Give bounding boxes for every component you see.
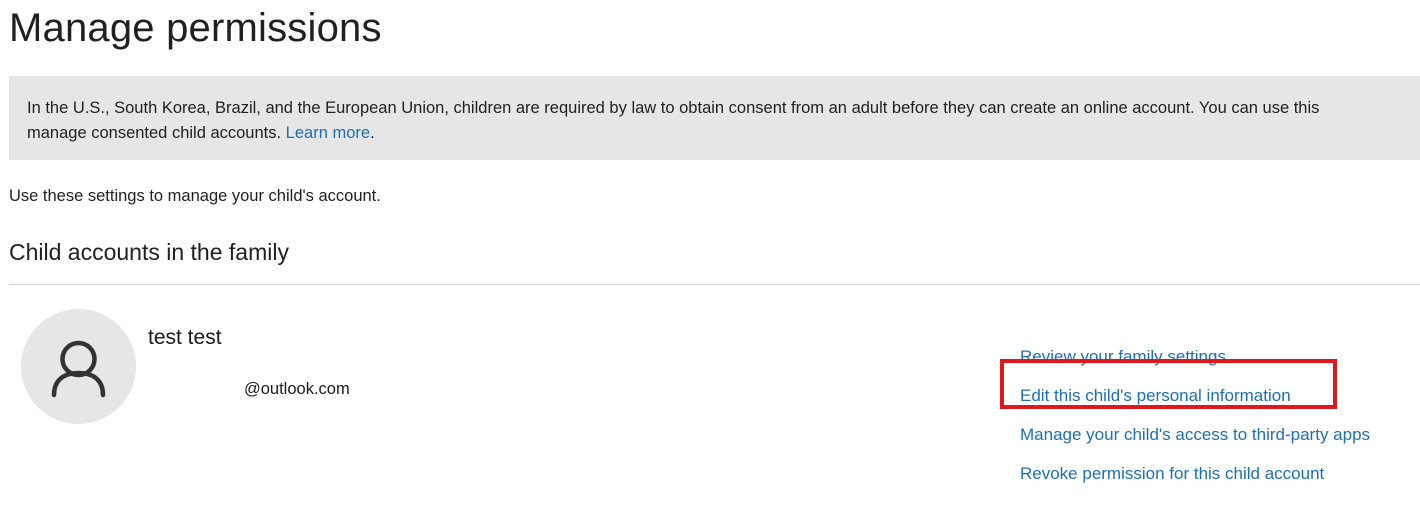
child-actions: Review your family settings Edit this ch… bbox=[1020, 337, 1370, 493]
person-icon bbox=[51, 340, 106, 398]
intro-text: Use these settings to manage your child'… bbox=[9, 187, 381, 205]
email-redacted-region bbox=[148, 380, 244, 399]
manage-third-party-apps-link[interactable]: Manage your child's access to third-part… bbox=[1020, 415, 1370, 454]
consent-notice: In the U.S., South Korea, Brazil, and th… bbox=[9, 76, 1420, 160]
section-heading: Child accounts in the family bbox=[9, 239, 289, 265]
avatar bbox=[21, 309, 136, 424]
child-email-domain: @outlook.com bbox=[244, 380, 350, 398]
section-divider bbox=[9, 284, 1420, 285]
revoke-permission-link[interactable]: Revoke permission for this child account bbox=[1020, 454, 1370, 493]
learn-more-link[interactable]: Learn more bbox=[286, 124, 370, 142]
notice-line-2-suffix: . bbox=[370, 124, 375, 142]
notice-line-2: manage consented child accounts. Learn m… bbox=[27, 121, 1420, 146]
child-email: @outlook.com bbox=[148, 380, 350, 399]
notice-line-2-prefix: manage consented child accounts. bbox=[27, 124, 286, 142]
notice-line-1: In the U.S., South Korea, Brazil, and th… bbox=[27, 99, 1320, 117]
notice-text: In the U.S., South Korea, Brazil, and th… bbox=[27, 96, 1420, 146]
child-name: test test bbox=[148, 326, 222, 349]
review-family-settings-link[interactable]: Review your family settings bbox=[1020, 337, 1370, 376]
edit-child-info-link[interactable]: Edit this child's personal information bbox=[1020, 376, 1370, 415]
page-title: Manage permissions bbox=[9, 6, 382, 50]
